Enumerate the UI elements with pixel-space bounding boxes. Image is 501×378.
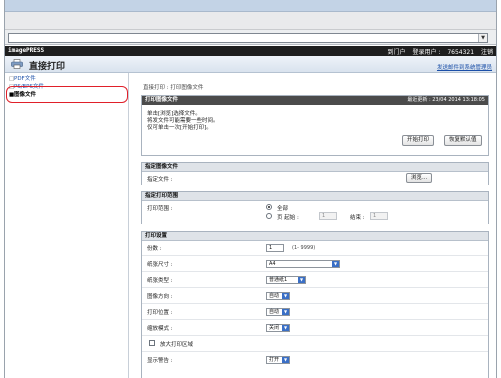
instruction-line: 仅可单击一次[开始打印]。 xyxy=(147,125,212,131)
portal-link[interactable]: 到门户 xyxy=(388,49,406,56)
paper-size-label: 纸张尺寸 : xyxy=(147,262,173,268)
orientation-label: 图像方向 : xyxy=(147,294,173,300)
chevron-down-icon[interactable]: ▼ xyxy=(478,34,487,42)
panel-title: 打印图像文件 最近更新 : 23/04 2014 13:18:05 xyxy=(142,96,488,105)
range-end-input[interactable]: 1 xyxy=(370,212,388,220)
brand-name: imagePRESS xyxy=(8,47,45,54)
start-print-button[interactable]: 开始打印 xyxy=(402,135,435,146)
highlight-outline xyxy=(6,86,128,103)
range-end-label: 结束 : xyxy=(350,215,365,221)
section-title: 打印设置 xyxy=(142,232,488,241)
range-start-input[interactable]: 1 xyxy=(319,212,337,220)
position-label: 打印位置 : xyxy=(147,310,173,316)
range-section: 指定打印范围 打印范围 : 全部 页 起始 : 1 结束 : 1 xyxy=(141,191,489,224)
copies-input[interactable]: 1 xyxy=(266,244,284,252)
main-content: 直接打印 : 打印图像文件 打印图像文件 最近更新 : 23/04 2014 1… xyxy=(139,73,492,378)
address-input[interactable]: ▼ xyxy=(8,33,488,43)
breadcrumb: 直接打印 : 打印图像文件 xyxy=(143,85,204,91)
user-value: 7654321 xyxy=(447,49,475,56)
page-title: 直接打印 xyxy=(29,62,66,72)
range-all-radio[interactable] xyxy=(266,204,272,210)
range-pages-radio[interactable] xyxy=(266,213,272,219)
logout-link[interactable]: 注销 xyxy=(481,49,493,56)
print-image-panel: 打印图像文件 最近更新 : 23/04 2014 13:18:05 单击[浏览]… xyxy=(141,95,489,156)
brand-bar-links: 到门户 登录用户 : 7654321 注销 xyxy=(383,47,493,56)
position-select[interactable]: 自动 ▼ xyxy=(266,308,290,316)
paper-size-select[interactable]: A4 ▼ xyxy=(266,260,340,268)
chevron-down-icon: ▼ xyxy=(282,309,289,315)
copies-range-hint: (1- 9999) xyxy=(292,245,316,251)
chevron-down-icon: ▼ xyxy=(298,277,305,283)
remote-ui-page: imagePRESS 到门户 登录用户 : 7654321 注销 直接打印 发送… xyxy=(5,46,496,378)
printer-icon xyxy=(11,59,23,69)
window-title-bar xyxy=(5,0,496,12)
file-path-display xyxy=(262,175,404,183)
user-label: 登录用户 : xyxy=(412,49,441,56)
mail-admin-link[interactable]: 发送邮件到系统管理员 xyxy=(437,63,492,71)
range-all-label: 全部 xyxy=(277,206,289,212)
zoom-select[interactable]: 关闭 ▼ xyxy=(266,324,290,332)
settings-section: 打印设置 份数 : 1 (1- 9999) 纸张尺寸 : A4 ▼ 纸张类型 :… xyxy=(141,231,489,378)
chevron-down-icon: ▼ xyxy=(332,261,339,267)
file-section: 指定图像文件 指定文件 : 浏览... xyxy=(141,162,489,185)
orientation-select[interactable]: 自动 ▼ xyxy=(266,292,290,300)
section-title: 指定图像文件 xyxy=(142,163,488,172)
address-bar-row: ▼ xyxy=(5,30,496,45)
warning-label: 显示警告 : xyxy=(147,358,173,364)
reset-defaults-button[interactable]: 恢复默认值 xyxy=(444,135,482,146)
section-title: 指定打印范围 xyxy=(142,192,488,201)
sidebar: □PDF文件 □PS/EPS文件 ■图像文件 xyxy=(5,73,129,378)
copies-label: 份数 : xyxy=(147,246,162,252)
enlarge-area-checkbox[interactable] xyxy=(149,340,155,346)
last-updated: 最近更新 : 23/04 2014 13:18:05 xyxy=(407,97,485,103)
chevron-down-icon: ▼ xyxy=(282,293,289,299)
browser-window: ▼ imagePRESS 到门户 登录用户 : 7654321 注销 直接打印 … xyxy=(4,0,497,378)
file-label: 指定文件 : xyxy=(147,177,173,183)
chevron-down-icon: ▼ xyxy=(282,357,289,363)
zoom-label: 缩放模式 : xyxy=(147,326,173,332)
browse-button[interactable]: 浏览... xyxy=(406,173,433,183)
range-label: 打印范围 : xyxy=(147,206,173,212)
page-header: 直接打印 发送邮件到系统管理员 xyxy=(5,56,496,73)
chevron-down-icon: ▼ xyxy=(282,325,289,331)
range-pages-label: 页 起始 : xyxy=(277,215,299,221)
sidebar-item-pdf[interactable]: □PDF文件 xyxy=(9,75,36,83)
brand-bar: imagePRESS 到门户 登录用户 : 7654321 注销 xyxy=(5,46,496,56)
browser-toolbar xyxy=(5,12,496,30)
paper-type-label: 纸张类型 : xyxy=(147,278,173,284)
warning-select[interactable]: 打开 ▼ xyxy=(266,356,290,364)
paper-type-select[interactable]: 普通纸1 ▼ xyxy=(266,276,306,284)
enlarge-area-label: 放大打印区域 xyxy=(160,342,194,348)
